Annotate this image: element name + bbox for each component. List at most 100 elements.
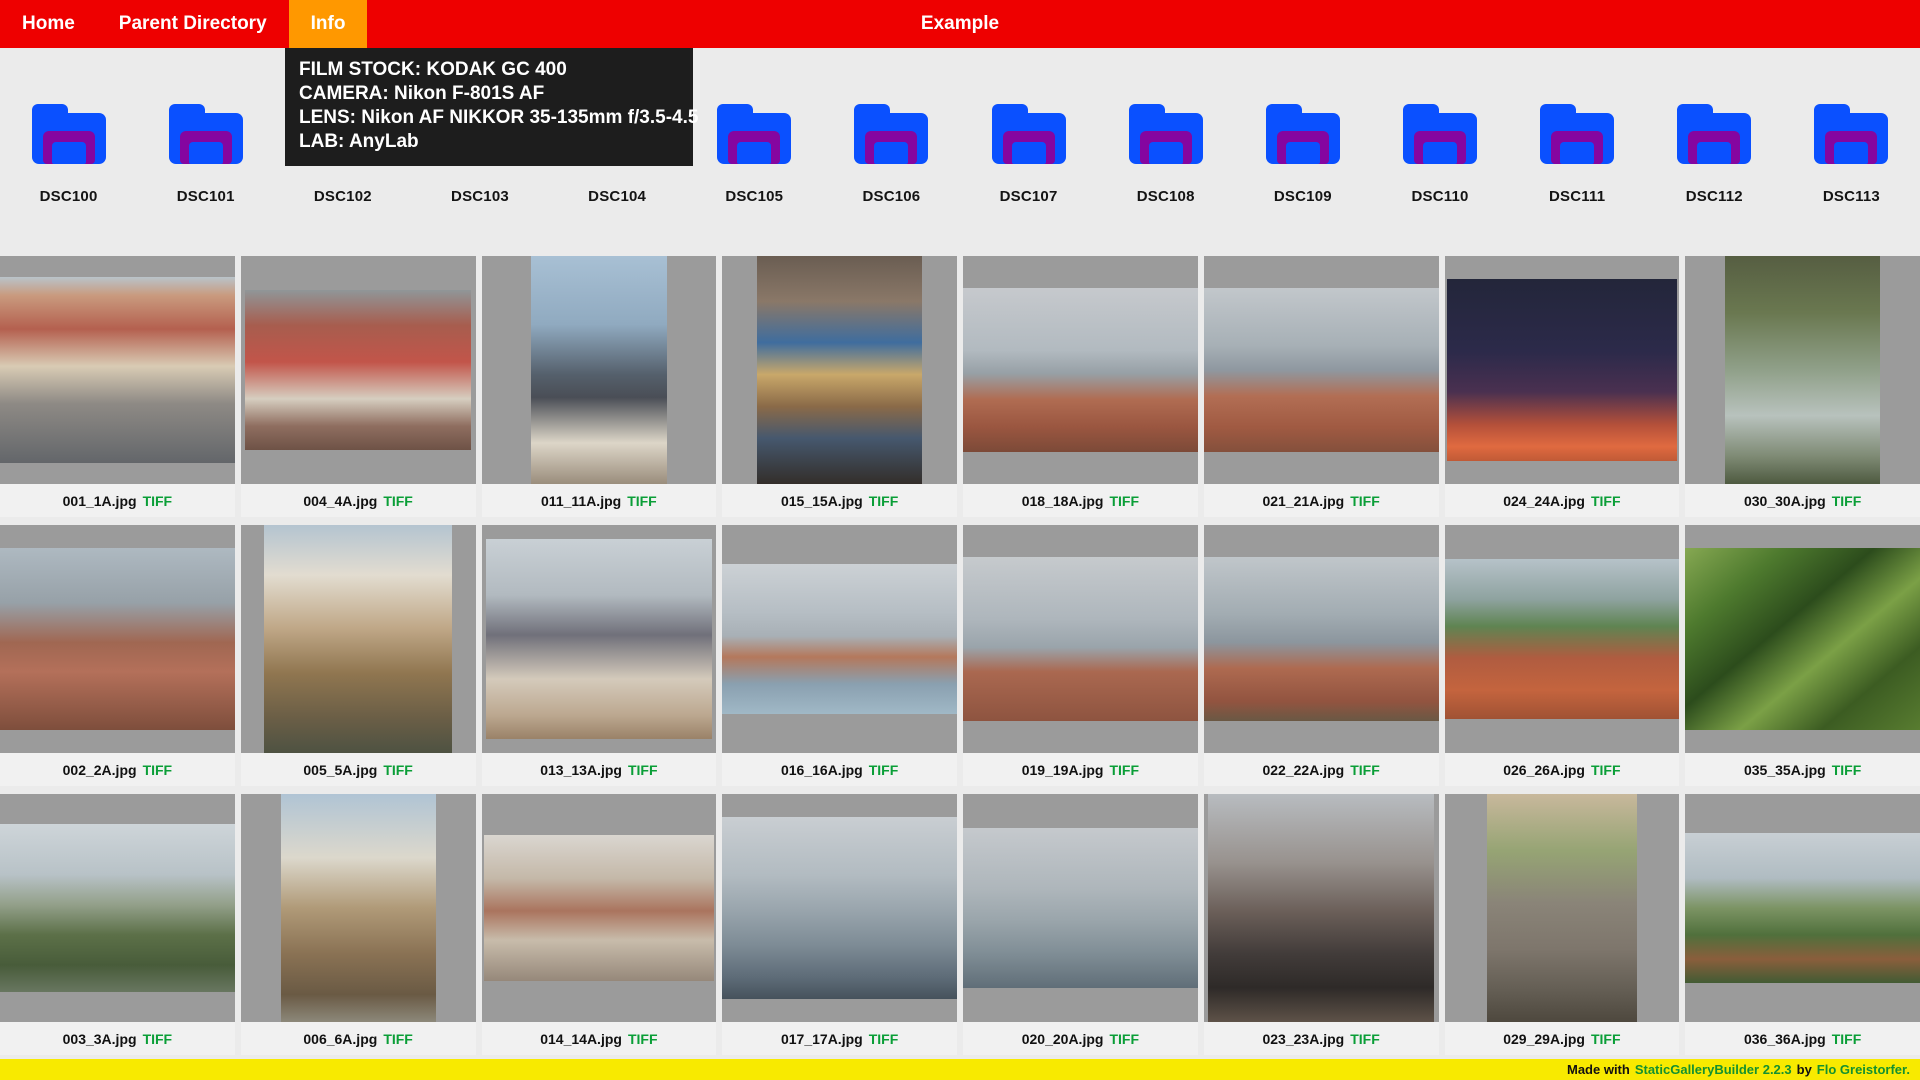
photo-thumbnail[interactable] [486,539,711,740]
photo-filename: 005_5A.jpg [303,762,377,778]
photo-format-link[interactable]: TIFF [1350,1031,1380,1047]
folder-item-dsc106[interactable]: DSC106 [823,104,960,256]
photo-format-link[interactable]: TIFF [383,1031,413,1047]
photo-thumbnail[interactable] [1685,548,1920,730]
photo-filename: 026_26A.jpg [1503,762,1585,778]
photo-thumbnail[interactable] [1208,794,1433,1022]
folder-item-dsc108[interactable]: DSC108 [1097,104,1234,256]
photo-thumbnail[interactable] [264,525,452,753]
photo-thumbnail[interactable] [281,794,436,1022]
photo-thumbnail[interactable] [1725,256,1880,484]
photo-thumbnail[interactable] [1204,557,1439,721]
photo-label: 036_36A.jpgTIFF [1685,1022,1920,1055]
photo-format-link[interactable]: TIFF [143,762,173,778]
folder-label: DSC109 [1274,188,1332,205]
nav-item-parent-directory[interactable]: Parent Directory [97,0,289,48]
tooltip-film-stock: FILM STOCK: KODAK GC 400 [299,58,679,82]
footer-builder-link[interactable]: StaticGalleryBuilder 2.2.3 [1635,1062,1792,1077]
folder-item-dsc107[interactable]: DSC107 [960,104,1097,256]
photo-format-link[interactable]: TIFF [383,493,413,509]
footer-author-link[interactable]: Flo Greistorfer. [1817,1062,1910,1077]
photo-label: 026_26A.jpg TIFF [1445,753,1680,786]
folder-item-dsc111[interactable]: DSC111 [1509,104,1646,256]
photo-thumbnail[interactable] [0,548,235,730]
photo-format-link[interactable]: TIFF [143,493,173,509]
gallery-cell: 036_36A.jpgTIFF [1685,794,1920,1055]
photo-thumbnail[interactable] [722,564,957,714]
photo-format-link[interactable]: TIFF [627,493,657,509]
photo-area [1445,256,1680,484]
nav-item-info[interactable]: Info [289,0,368,48]
gallery-cell: 024_24A.jpgTIFF [1445,256,1680,517]
folder-icon-inner [1560,142,1594,164]
folder-icon [1266,104,1340,164]
folder-item-dsc109[interactable]: DSC109 [1234,104,1371,256]
photo-format-link[interactable]: TIFF [1832,1031,1862,1047]
photo-format-link[interactable]: TIFF [869,1031,899,1047]
folder-item-dsc101[interactable]: DSC101 [137,104,274,256]
photo-area [963,256,1198,484]
photo-thumbnail[interactable] [963,828,1198,988]
folder-item-dsc112[interactable]: DSC112 [1646,104,1783,256]
nav-items: HomeParent DirectoryInfo [0,0,367,48]
photo-format-link[interactable]: TIFF [1109,1031,1139,1047]
photo-format-link[interactable]: TIFF [383,762,413,778]
footer-made-with-text: Made with [1567,1062,1630,1077]
photo-format-link[interactable]: TIFF [1109,762,1139,778]
folder-item-dsc113[interactable]: DSC113 [1783,104,1920,256]
gallery-cell: 001_1A.jpgTIFF [0,256,235,517]
photo-area [482,525,717,753]
photo-filename: 011_11A.jpg [541,493,621,509]
gallery-cell: 021_21A.jpg TIFF [1204,256,1439,517]
photo-label: 015_15A.jpgTIFF [722,484,957,517]
folder-label: DSC113 [1823,188,1880,205]
photo-area [482,794,717,1022]
photo-thumbnail[interactable] [1204,288,1439,452]
photo-format-link[interactable]: TIFF [1591,762,1621,778]
gallery-cell: 015_15A.jpgTIFF [722,256,957,517]
photo-format-link[interactable]: TIFF [1591,493,1621,509]
gallery-cell: 016_16A.jpg TIFF [722,525,957,786]
photo-thumbnail[interactable] [0,824,235,993]
folder-item-dsc105[interactable]: DSC105 [686,104,823,256]
photo-thumbnail[interactable] [757,256,921,484]
photo-format-link[interactable]: TIFF [869,493,899,509]
photo-format-link[interactable]: TIFF [1591,1031,1621,1047]
folder-icon-inner [1012,142,1046,164]
photo-thumbnail[interactable] [1445,559,1680,719]
folder-item-dsc100[interactable]: DSC100 [0,104,137,256]
photo-thumbnail[interactable] [484,835,714,981]
photo-thumbnail[interactable] [0,277,235,464]
photo-format-link[interactable]: TIFF [628,762,658,778]
photo-filename: 019_19A.jpg [1022,762,1104,778]
photo-filename: 017_17A.jpg [781,1031,863,1047]
photo-format-link[interactable]: TIFF [1832,493,1862,509]
photo-format-link[interactable]: TIFF [869,762,899,778]
photo-format-link[interactable]: TIFF [1350,762,1380,778]
photo-thumbnail[interactable] [531,256,667,484]
folder-label: DSC102 [314,188,372,205]
photo-filename: 021_21A.jpg [1262,493,1344,509]
photo-format-link[interactable]: TIFF [1350,493,1380,509]
folder-icon [1677,104,1751,164]
photo-filename: 018_18A.jpg [1022,493,1104,509]
photo-thumbnail[interactable] [722,817,957,999]
top-nav-bar: HomeParent DirectoryInfo Example [0,0,1920,48]
photo-thumbnail[interactable] [1685,833,1920,983]
photo-format-link[interactable]: TIFF [1832,762,1862,778]
photo-thumbnail[interactable] [963,288,1198,452]
photo-format-link[interactable]: TIFF [1109,493,1139,509]
photo-thumbnail[interactable] [1447,279,1677,461]
photo-label: 021_21A.jpg TIFF [1204,484,1439,517]
photo-area [0,525,235,753]
photo-label: 035_35A.jpgTIFF [1685,753,1920,786]
photo-format-link[interactable]: TIFF [628,1031,658,1047]
photo-format-link[interactable]: TIFF [143,1031,173,1047]
photo-filename: 016_16A.jpg [781,762,863,778]
photo-thumbnail[interactable] [963,557,1198,721]
gallery-grid: 001_1A.jpgTIFF004_4A.jpgTIFF011_11A.jpgT… [0,256,1920,1055]
photo-thumbnail[interactable] [1487,794,1637,1022]
folder-item-dsc110[interactable]: DSC110 [1371,104,1508,256]
photo-thumbnail[interactable] [245,290,470,450]
nav-item-home[interactable]: Home [0,0,97,48]
